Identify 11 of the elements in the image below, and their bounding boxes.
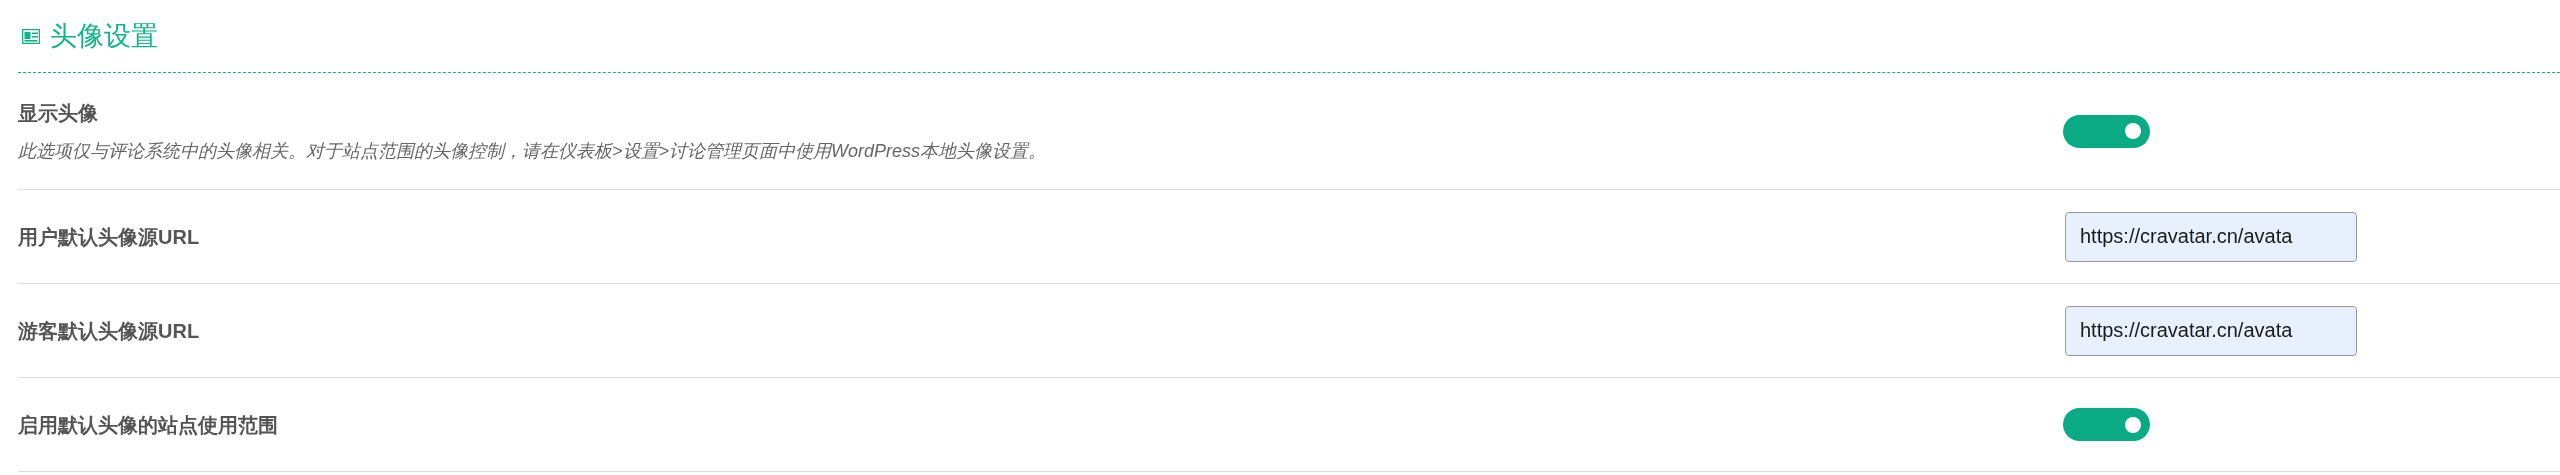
id-card-icon [22,28,40,44]
setting-label: 游客默认头像源URL [18,318,201,344]
setting-label: 用户默认头像源URL [18,224,201,250]
url-input-field[interactable]: https://cravatar.cn/avata [2065,305,2357,356]
setting-description: 此选项仅与评论系统中的头像相关。对于站点范围的头像控制，请在仪表板>设置>讨论管理页面中使用WordPress本地头像设置。 [18,139,1048,163]
setting-label: 启用默认头像的站点使用范围 [18,412,279,438]
toggle-switch[interactable] [2063,408,2150,441]
setting-label: 显示头像 [18,100,99,126]
toggle-switch[interactable] [2063,114,2150,148]
url-input-field[interactable]: https://cravatar.cn/avata [2065,211,2357,262]
section-title: 头像设置 [50,19,158,53]
